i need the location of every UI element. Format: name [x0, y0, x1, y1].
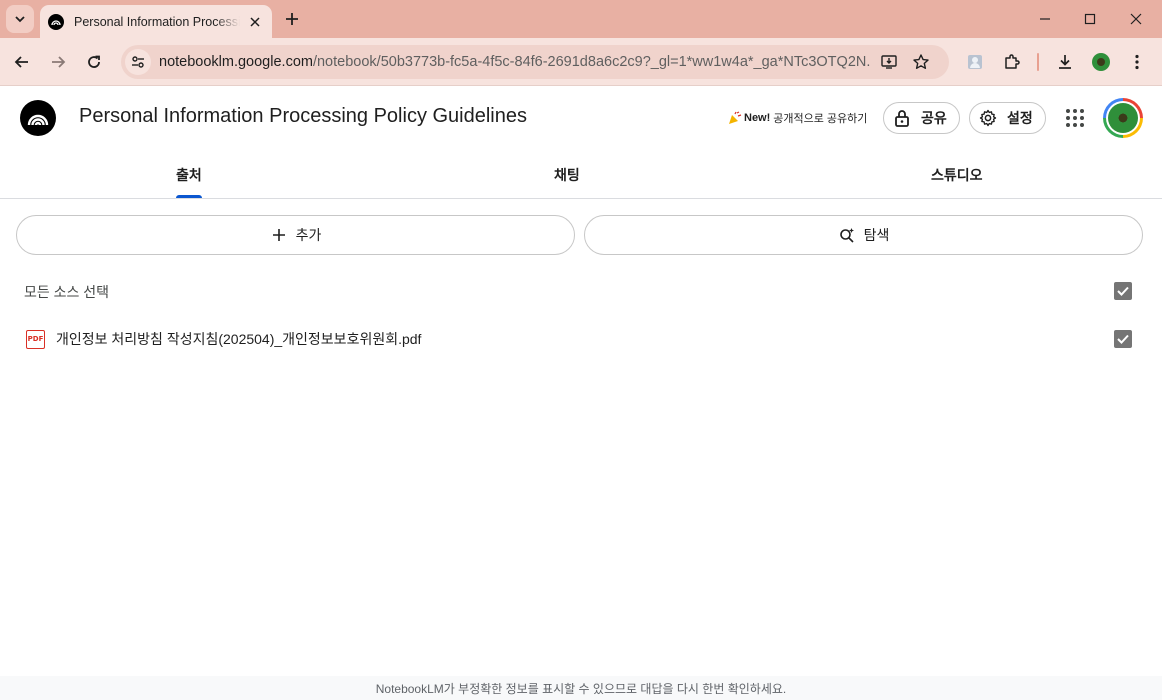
arrow-left-icon	[14, 56, 28, 68]
reload-icon	[88, 55, 100, 68]
browser-titlebar: Personal Information Processing Policy G…	[0, 0, 1162, 38]
site-info-icon[interactable]	[125, 49, 151, 75]
tab-search-button[interactable]	[6, 5, 34, 33]
minimize-button[interactable]	[1023, 4, 1067, 34]
tab-chat[interactable]: 채팅	[554, 165, 580, 185]
source-item-checkbox[interactable]	[1114, 330, 1132, 348]
select-all-sources-label: 모든 소스 선택	[24, 284, 110, 300]
settings-button[interactable]: 설정	[969, 102, 1046, 134]
public-share-promo[interactable]: New! 공개적으로 공유하기	[728, 110, 867, 126]
checkmark-icon	[1117, 334, 1129, 344]
reload-button[interactable]	[80, 48, 108, 76]
promo-text: 공개적으로 공유하기	[773, 113, 868, 125]
profile-extension-icon[interactable]	[961, 48, 989, 76]
chevron-down-icon	[15, 16, 25, 23]
plus-icon	[270, 226, 288, 244]
minimize-icon	[1040, 18, 1050, 20]
discover-sources-button[interactable]: 탐색	[584, 215, 1143, 255]
add-source-button[interactable]: 추가	[16, 215, 575, 255]
address-bar[interactable]: notebooklm.google.com/notebook/50b3773b-…	[121, 45, 949, 79]
notebook-title[interactable]: Personal Information Processing Policy G…	[79, 105, 527, 128]
close-tab-icon[interactable]	[246, 13, 264, 31]
add-source-label: 추가	[295, 227, 322, 243]
gear-icon	[979, 109, 997, 127]
close-window-button[interactable]	[1114, 4, 1158, 34]
tab-sources[interactable]: 출처	[176, 165, 202, 185]
profile-avatar-icon[interactable]	[1087, 48, 1115, 76]
account-avatar[interactable]	[1103, 98, 1143, 138]
back-button[interactable]	[8, 48, 36, 76]
url-text: notebooklm.google.com/notebook/50b3773b-…	[159, 54, 871, 70]
checkmark-icon	[1117, 286, 1129, 296]
avatar-image	[1108, 103, 1138, 133]
browser-menu-icon[interactable]	[1123, 48, 1151, 76]
close-icon	[1130, 13, 1142, 25]
notebook-tabs: 출처 채팅 스튜디오	[0, 150, 1162, 199]
notebooklm-logo-icon[interactable]	[20, 100, 56, 136]
downloads-icon[interactable]	[1051, 48, 1079, 76]
bookmark-star-icon[interactable]	[907, 48, 935, 76]
disclaimer-footer: NotebookLM가 부정확한 정보를 표시할 수 있으므로 대답을 다시 한…	[0, 676, 1162, 700]
forward-button[interactable]	[44, 48, 72, 76]
plus-icon	[286, 13, 298, 25]
maximize-icon	[1084, 13, 1096, 25]
toolbar-separator	[1037, 53, 1039, 71]
tab-studio[interactable]: 스튜디오	[931, 165, 983, 185]
share-button[interactable]: 공유	[883, 102, 960, 134]
select-all-checkbox[interactable]	[1114, 282, 1132, 300]
search-spark-icon	[838, 226, 856, 244]
url-path: /notebook/50b3773b-fc5a-4f5c-84f6-2691d8…	[312, 54, 871, 70]
maximize-button[interactable]	[1068, 4, 1112, 34]
settings-label: 설정	[1007, 110, 1033, 126]
promo-new-badge: New!	[744, 112, 771, 124]
browser-tab-active[interactable]: Personal Information Processing Policy G…	[40, 5, 272, 38]
active-tab-indicator	[176, 195, 202, 198]
avatar-ring	[1106, 101, 1140, 135]
install-app-icon[interactable]	[875, 48, 903, 76]
share-label: 공유	[921, 110, 947, 126]
arrow-right-icon	[52, 56, 66, 68]
pdf-file-icon: PDF	[26, 329, 45, 349]
discover-sources-label: 탐색	[863, 227, 890, 243]
browser-toolbar: notebooklm.google.com/notebook/50b3773b-…	[0, 38, 1162, 86]
new-tab-button[interactable]	[280, 7, 304, 31]
google-apps-icon[interactable]	[1063, 106, 1087, 130]
lock-icon	[893, 109, 911, 127]
source-item-name: 개인정보 처리방침 작성지침(202504)_개인정보보호위원회.pdf	[56, 331, 422, 347]
notebooklm-favicon-icon	[48, 13, 64, 30]
url-host: notebooklm.google.com	[159, 54, 313, 70]
party-popper-icon	[729, 111, 742, 124]
extensions-puzzle-icon[interactable]	[998, 48, 1026, 76]
source-item[interactable]: PDF 개인정보 처리방침 작성지침(202504)_개인정보보호위원회.pdf	[26, 329, 421, 349]
browser-tab-title: Personal Information Processing Policy G…	[74, 14, 240, 29]
